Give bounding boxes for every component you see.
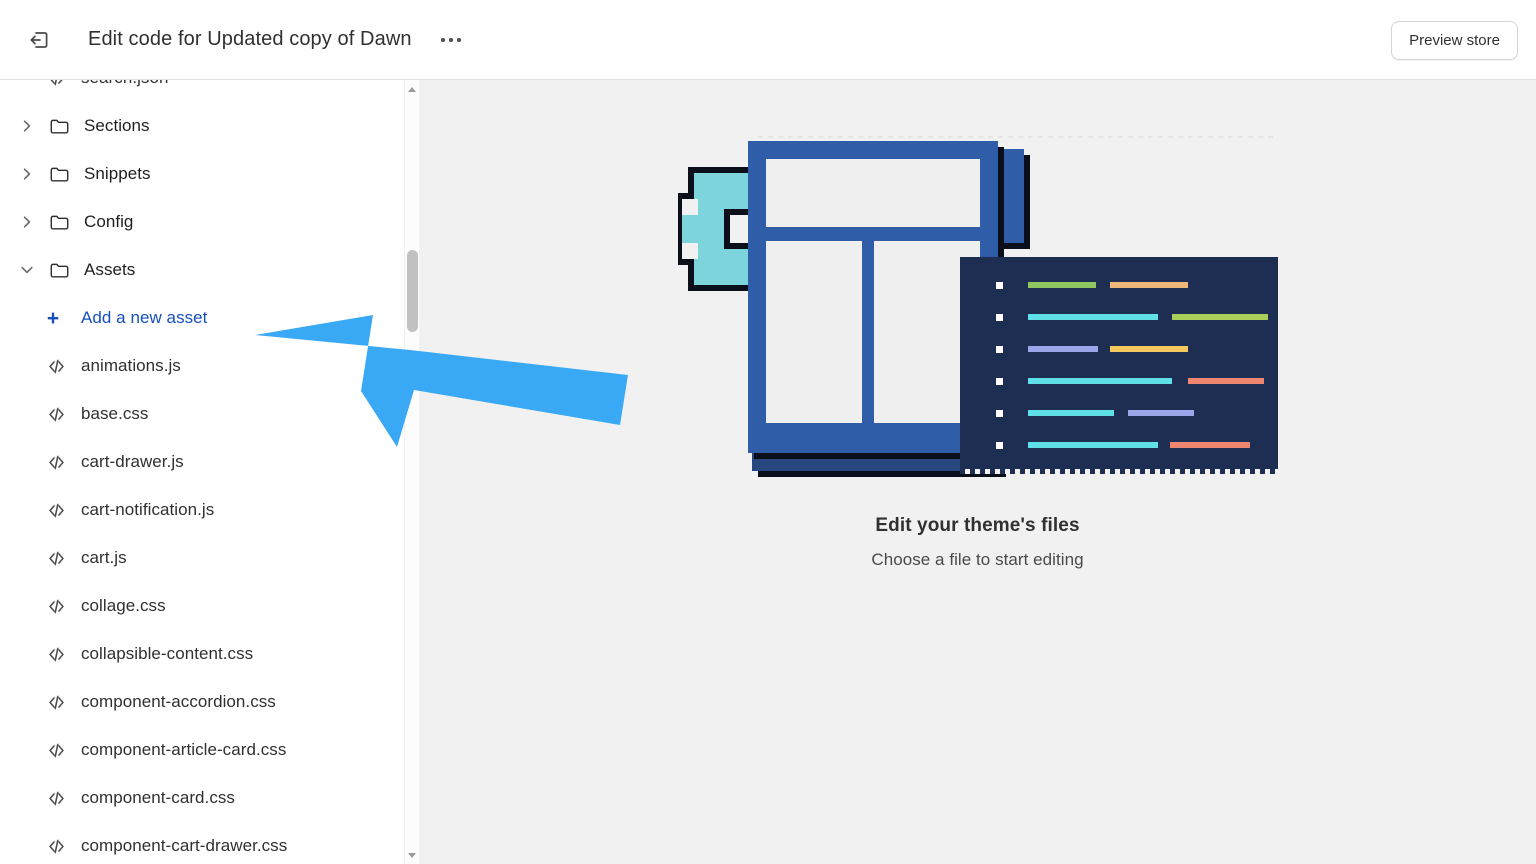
folder-icon [45, 164, 73, 185]
file-tree-sidebar: search.json Sections Snippets Config Assets +… [0, 80, 418, 864]
code-file-icon [47, 357, 66, 376]
empty-state-title: Edit your theme's files [875, 515, 1079, 537]
file-item-cart-js[interactable]: cart.js [0, 534, 404, 582]
chevron-down-icon [20, 263, 34, 277]
chevron-right-icon [20, 119, 34, 133]
folder-icon [45, 116, 73, 137]
file-item-base-css[interactable]: base.css [0, 390, 404, 438]
chevron-right-icon [20, 215, 34, 229]
folder-item-label: Assets [84, 260, 135, 280]
dither-edge [960, 469, 1278, 474]
code-file-icon [42, 789, 70, 808]
code-file-icon [47, 80, 66, 88]
code-file-icon [47, 789, 66, 808]
code-file-icon [47, 645, 66, 664]
file-item-search-json[interactable]: search.json [0, 80, 404, 102]
sidebar-scrollbar[interactable] [404, 80, 418, 864]
folder-item-label: Sections [84, 116, 150, 136]
code-file-icon [42, 453, 70, 472]
code-file-icon [42, 597, 70, 616]
app-header: Edit code for Updated copy of Dawn Previ… [0, 0, 1536, 80]
folder-item-config[interactable]: Config [0, 198, 404, 246]
exit-icon [27, 28, 51, 52]
chevron-right-icon[interactable] [15, 210, 39, 234]
file-item-animations-js[interactable]: animations.js [0, 342, 404, 390]
code-file-icon [47, 837, 66, 856]
file-item-label: search.json [81, 80, 168, 88]
file-item-label: component-cart-drawer.css [81, 836, 287, 856]
file-item-label: component-card.css [81, 788, 235, 808]
illustration-wrap [678, 127, 1278, 497]
folder-icon [45, 260, 73, 281]
chevron-right-icon[interactable] [15, 162, 39, 186]
theme-code-editor-illustration [678, 127, 1278, 497]
scroll-down-arrow-icon[interactable] [405, 848, 419, 862]
file-item-label: base.css [81, 404, 149, 424]
file-item-cart-notification-js[interactable]: cart-notification.js [0, 486, 404, 534]
sidebar-scrollbar-thumb[interactable] [407, 250, 418, 332]
add-asset-label: Add a new asset [81, 308, 207, 328]
code-file-icon [42, 693, 70, 712]
file-item-label: component-article-card.css [81, 740, 286, 760]
code-file-icon [42, 549, 70, 568]
folder-item-label: Config [84, 212, 133, 232]
file-item-component-article-card-css[interactable]: component-article-card.css [0, 726, 404, 774]
code-file-icon [42, 405, 70, 424]
file-item-label: collage.css [81, 596, 166, 616]
code-file-icon [47, 453, 66, 472]
scroll-up-arrow-icon[interactable] [405, 82, 419, 96]
file-item-collage-css[interactable]: collage.css [0, 582, 404, 630]
file-item-label: collapsible-content.css [81, 644, 253, 664]
folder-item-sections[interactable]: Sections [0, 102, 404, 150]
file-item-component-cart-drawer-css[interactable]: component-cart-drawer.css [0, 822, 404, 864]
code-file-icon [47, 501, 66, 520]
add-asset-button[interactable]: + Add a new asset [0, 294, 404, 342]
file-tree-list: search.json Sections Snippets Config Assets +… [0, 80, 404, 864]
code-file-icon [47, 405, 66, 424]
file-item-label: cart-drawer.js [81, 452, 184, 472]
file-item-component-accordion-css[interactable]: component-accordion.css [0, 678, 404, 726]
more-horizontal-icon [441, 38, 445, 42]
chevron-down-icon[interactable] [15, 258, 39, 282]
code-file-icon [47, 597, 66, 616]
file-item-cart-drawer-js[interactable]: cart-drawer.js [0, 438, 404, 486]
plus-icon: + [42, 308, 64, 329]
file-item-label: cart.js [81, 548, 127, 568]
folder-item-assets[interactable]: Assets [0, 246, 404, 294]
code-file-icon [42, 501, 70, 520]
code-file-icon [42, 645, 70, 664]
code-file-icon [42, 80, 70, 88]
editor-main-panel: Edit your theme's files Choose a file to… [419, 80, 1536, 864]
file-item-label: animations.js [81, 356, 181, 376]
folder-item-snippets[interactable]: Snippets [0, 150, 404, 198]
code-editor-page: Edit code for Updated copy of Dawn Previ… [0, 0, 1536, 864]
code-file-icon [42, 837, 70, 856]
code-file-icon [42, 741, 70, 760]
file-item-label: component-accordion.css [81, 692, 276, 712]
more-horizontal-icon [449, 38, 453, 42]
folder-icon [49, 116, 70, 137]
folder-item-label: Snippets [84, 164, 151, 184]
exit-editor-button[interactable] [19, 20, 59, 60]
more-horizontal-icon [457, 38, 461, 42]
folder-icon [49, 164, 70, 185]
file-item-collapsible-content-css[interactable]: collapsible-content.css [0, 630, 404, 678]
chevron-right-icon[interactable] [15, 114, 39, 138]
file-item-component-card-css[interactable]: component-card.css [0, 774, 404, 822]
preview-store-button[interactable]: Preview store [1391, 21, 1518, 60]
folder-icon [49, 212, 70, 233]
code-file-icon [47, 741, 66, 760]
folder-icon [49, 260, 70, 281]
preview-store-label: Preview store [1409, 32, 1500, 49]
empty-state-subtitle: Choose a file to start editing [871, 550, 1083, 570]
code-file-icon [47, 549, 66, 568]
page-title: Edit code for Updated copy of Dawn [88, 28, 412, 51]
empty-state: Edit your theme's files Choose a file to… [668, 127, 1288, 570]
folder-icon [45, 212, 73, 233]
chevron-right-icon [20, 167, 34, 181]
more-actions-button[interactable] [434, 23, 468, 57]
code-file-icon [42, 357, 70, 376]
file-item-label: cart-notification.js [81, 500, 214, 520]
code-file-icon [47, 693, 66, 712]
